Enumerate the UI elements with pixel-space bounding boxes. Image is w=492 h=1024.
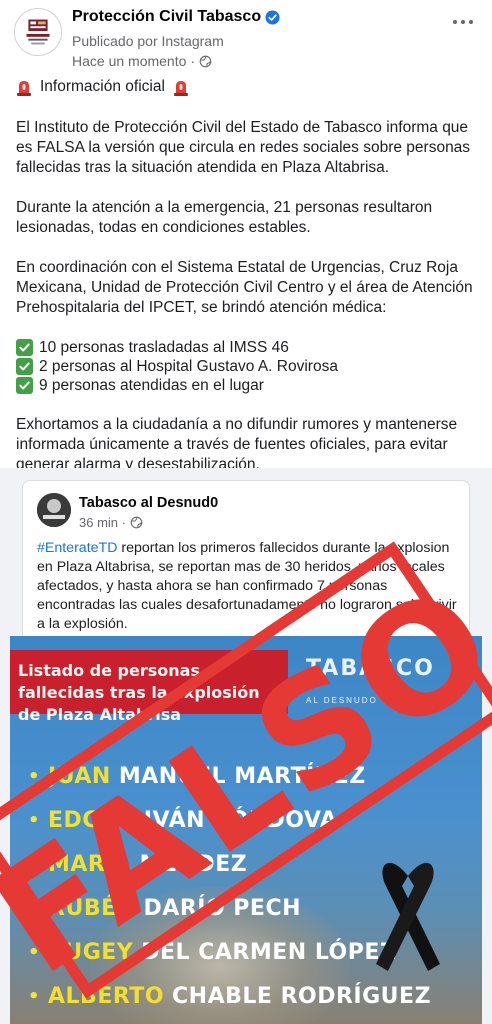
name-rest: MANUEL MARTÍNEZ (118, 763, 366, 789)
name-first: RUBÉN (48, 895, 136, 921)
check-mark-icon (16, 358, 33, 375)
checklist-text: 9 personas atendidas en el lugar (39, 376, 264, 394)
post-time[interactable]: Hace un momento · (72, 53, 212, 69)
globe-icon (199, 55, 212, 67)
name-rest: CHABLE RODRÍGUEZ (172, 983, 432, 1009)
shared-image: Listado de personas fallecidas tras la e… (10, 636, 482, 1024)
inner-avatar (37, 493, 71, 527)
image-banner-text: Listado de personas fallecidas tras la e… (18, 661, 260, 724)
name-rest: IVÁN CÓRDOVA (143, 807, 338, 833)
info-title-line: Información oficial (16, 76, 482, 98)
post-text: Información oficial El Instituto de Prot… (16, 76, 482, 475)
name-first: SUGEY (48, 939, 134, 965)
checklist: 10 personas trasladadas al IMSS 46 2 per… (16, 338, 482, 395)
hashtag-link: #EnterateTD (37, 540, 118, 556)
inner-time: 36 min · (79, 515, 143, 530)
mourning-ribbon-icon (376, 862, 440, 971)
name-row: • EDGAR IVÁN CÓRDOVA (28, 807, 338, 833)
page-logo (15, 9, 61, 55)
checklist-item: 9 personas atendidas en el lugar (16, 376, 482, 395)
globe-icon (130, 516, 143, 529)
page-name[interactable]: Protección Civil Tabasco (72, 8, 280, 26)
page-name-text[interactable]: Protección Civil Tabasco (72, 8, 261, 26)
checklist-item: 2 personas al Hospital Gustavo A. Roviro… (16, 357, 482, 376)
name-rest: DARÍO PECH (143, 895, 302, 921)
check-mark-icon (16, 377, 33, 394)
checklist-text: 2 personas al Hospital Gustavo A. Roviro… (39, 357, 338, 375)
inner-post-text: #EnterateTD reportan los primeros fallec… (37, 539, 457, 634)
paragraph-2: Durante la atención a la emergencia, 21 … (16, 199, 433, 236)
page-avatar[interactable] (14, 8, 62, 56)
shared-screenshot[interactable]: Tabasco al Desnud0 36 min · #EnterateTD … (0, 468, 492, 1024)
post-time-text[interactable]: Hace un momento (72, 53, 186, 69)
closing-paragraph: Exhortamos a la ciudadanía a no difundir… (16, 416, 458, 473)
paragraph-3: En coordinación con el Sistema Estatal d… (16, 259, 473, 316)
verified-badge-icon (265, 9, 280, 25)
names-list: • JUAN MANUEL MARTÍNEZ • EDGAR IVÁN CÓRDOVA … (28, 754, 432, 1018)
name-row: • SUGEY DEL CARMEN LÓPEZ (28, 939, 397, 965)
paragraph-1: El Instituto de Protección Civil del Est… (16, 119, 471, 176)
name-first: ALBERTO (48, 983, 165, 1009)
inner-post-card: Tabasco al Desnud0 36 min · #EnterateTD … (22, 480, 470, 650)
published-via: Publicado por Instagram (72, 33, 224, 49)
name-row: • MARÍA MÉNDEZ (28, 851, 248, 877)
post-header: Protección Civil Tabasco Publicado por I… (0, 0, 492, 72)
more-options-button[interactable] (448, 12, 478, 32)
name-first: MARÍA (48, 851, 132, 877)
image-banner: Listado de personas fallecidas tras la e… (10, 650, 288, 724)
name-row: • JUAN MANUEL MARTÍNEZ (28, 763, 366, 789)
siren-icon (17, 80, 31, 96)
inner-time-text: 36 min · (79, 515, 126, 530)
check-mark-icon (16, 339, 33, 356)
checklist-item: 10 personas trasladadas al IMSS 46 (16, 338, 482, 357)
name-rest: MÉNDEZ (139, 851, 248, 877)
checklist-text: 10 personas trasladadas al IMSS 46 (39, 338, 289, 356)
name-row: • ALBERTO CHABLE RODRÍGUEZ (28, 983, 432, 1009)
name-rest: DEL CARMEN LÓPEZ (141, 939, 397, 965)
name-first: EDGAR (48, 807, 136, 833)
brand-logo-subtext: AL DESNUDO (306, 696, 378, 705)
info-title: Información oficial (40, 78, 165, 95)
inner-author: Tabasco al Desnud0 (79, 495, 219, 511)
time-separator: · (190, 53, 196, 69)
siren-icon (173, 80, 188, 96)
name-row: • RUBÉN DARÍO PECH (28, 895, 302, 921)
name-first: JUAN (48, 763, 111, 789)
